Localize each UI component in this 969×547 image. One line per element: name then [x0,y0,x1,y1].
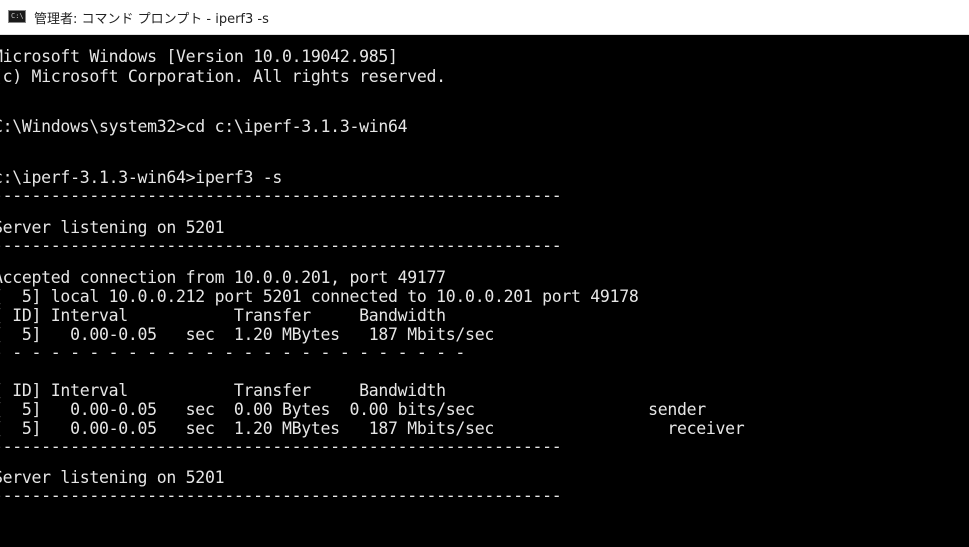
separator-line: ----------------------------------------… [0,437,562,456]
console-line: [ ID] Interval Transfer Bandwidth [0,381,446,400]
console-line: Server listening on 5201 [0,218,225,237]
cmd-icon: C:\ [8,10,26,23]
console-line: [ 5] 0.00-0.05 sec 1.20 MBytes 187 Mbits… [0,325,494,344]
console-line: Accepted connection from 10.0.0.201, por… [0,268,446,287]
separator-line: - - - - - - - - - - - - - - - - - - - - … [0,343,466,362]
console-line: [ 5] 0.00-0.05 sec 0.00 Bytes 0.00 bits/… [0,400,706,419]
console-line: [ 5] 0.00-0.05 sec 1.20 MBytes 187 Mbits… [0,419,745,438]
window-title: 管理者: コマンド プロンプト - iperf3 -s [34,12,269,27]
console-output[interactable]: Microsoft Windows [Version 10.0.19042.98… [0,35,969,547]
console-line: c:\iperf-3.1.3-win64>iperf3 -s [0,168,283,187]
console-line: (c) Microsoft Corporation. All rights re… [0,67,446,86]
console-line: C:\Windows\system32>cd c:\iperf-3.1.3-wi… [0,117,408,136]
separator-line: ----------------------------------------… [0,186,562,205]
console-line: Server listening on 5201 [0,468,225,487]
console-line: Microsoft Windows [Version 10.0.19042.98… [0,47,398,66]
separator-line: ----------------------------------------… [0,486,562,505]
title-bar[interactable]: C:\ 管理者: コマンド プロンプト - iperf3 -s [0,0,969,35]
separator-line: ----------------------------------------… [0,236,562,255]
console-line: [ ID] Interval Transfer Bandwidth [0,306,446,325]
console-line: [ 5] local 10.0.0.212 port 5201 connecte… [0,287,639,306]
